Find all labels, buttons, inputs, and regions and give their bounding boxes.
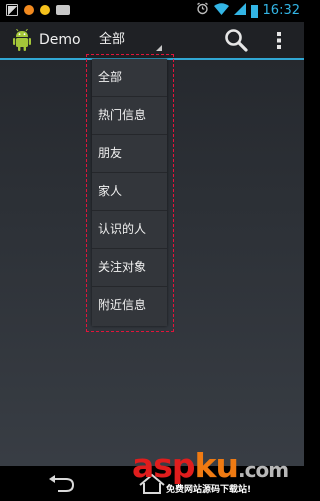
image-notification-icon xyxy=(6,4,18,16)
status-bar: 16:32 xyxy=(0,0,304,22)
yellow-dot-icon xyxy=(40,5,50,15)
spinner-selected-label: 全部 xyxy=(99,32,126,47)
dropdown-item-friends[interactable]: 朋友 xyxy=(92,135,167,173)
app-screen: 16:32 Demo 全部 全部 热门信息 朋友 家人 认识的人 关注对象 附近… xyxy=(0,0,304,501)
action-bar: Demo 全部 xyxy=(0,22,304,58)
wifi-icon xyxy=(213,2,229,20)
status-bar-notifications xyxy=(6,4,70,16)
dropdown-item-label: 附近信息 xyxy=(98,298,147,312)
clock-time: 16:32 xyxy=(262,3,300,18)
dropdown-item-hot[interactable]: 热门信息 xyxy=(92,97,167,135)
alarm-clock-icon xyxy=(196,2,209,20)
orange-dot-icon xyxy=(24,5,34,15)
dropdown-item-label: 关注对象 xyxy=(98,260,147,274)
spinner-dropdown: 全部 热门信息 朋友 家人 认识的人 关注对象 附近信息 xyxy=(86,54,174,332)
dropdown-item-label: 热门信息 xyxy=(98,108,147,122)
dropdown-item-label: 家人 xyxy=(98,184,123,198)
search-icon xyxy=(225,29,248,52)
status-bar-system: 16:32 xyxy=(196,2,300,20)
cell-signal-icon xyxy=(233,2,246,20)
dropdown-panel: 全部 热门信息 朋友 家人 认识的人 关注对象 附近信息 xyxy=(92,59,167,326)
dropdown-item-label: 认识的人 xyxy=(98,222,147,236)
battery-icon xyxy=(250,4,258,18)
watermark-logo: aspku.com xyxy=(132,446,289,485)
filter-spinner[interactable]: 全部 xyxy=(94,26,166,54)
dropdown-item-all[interactable]: 全部 xyxy=(92,59,167,97)
dropdown-item-label: 朋友 xyxy=(98,146,123,160)
back-button[interactable] xyxy=(46,475,76,493)
overflow-menu-icon xyxy=(277,32,281,49)
watermark-tagline: 免费网站源码下载站! xyxy=(166,485,252,495)
dropdown-item-following[interactable]: 关注对象 xyxy=(92,249,167,287)
watermark-logo-asp: asp xyxy=(132,446,196,485)
dropdown-item-label: 全部 xyxy=(98,70,123,84)
overflow-menu-button[interactable] xyxy=(272,26,286,54)
watermark-logo-ku: ku xyxy=(194,446,239,485)
android-app-icon[interactable] xyxy=(12,28,32,51)
back-arrow-icon xyxy=(49,475,75,492)
dropdown-item-nearby[interactable]: 附近信息 xyxy=(92,287,167,325)
app-title: Demo xyxy=(39,32,81,48)
watermark-logo-com: .com xyxy=(238,458,289,482)
spinner-indicator-icon xyxy=(156,45,162,51)
dropdown-item-acquaintances[interactable]: 认识的人 xyxy=(92,211,167,249)
android-cat-icon xyxy=(56,5,70,15)
site-watermark: aspku.com 免费网站源码下载站! xyxy=(132,448,302,498)
dropdown-item-family[interactable]: 家人 xyxy=(92,173,167,211)
search-button[interactable] xyxy=(222,26,250,54)
